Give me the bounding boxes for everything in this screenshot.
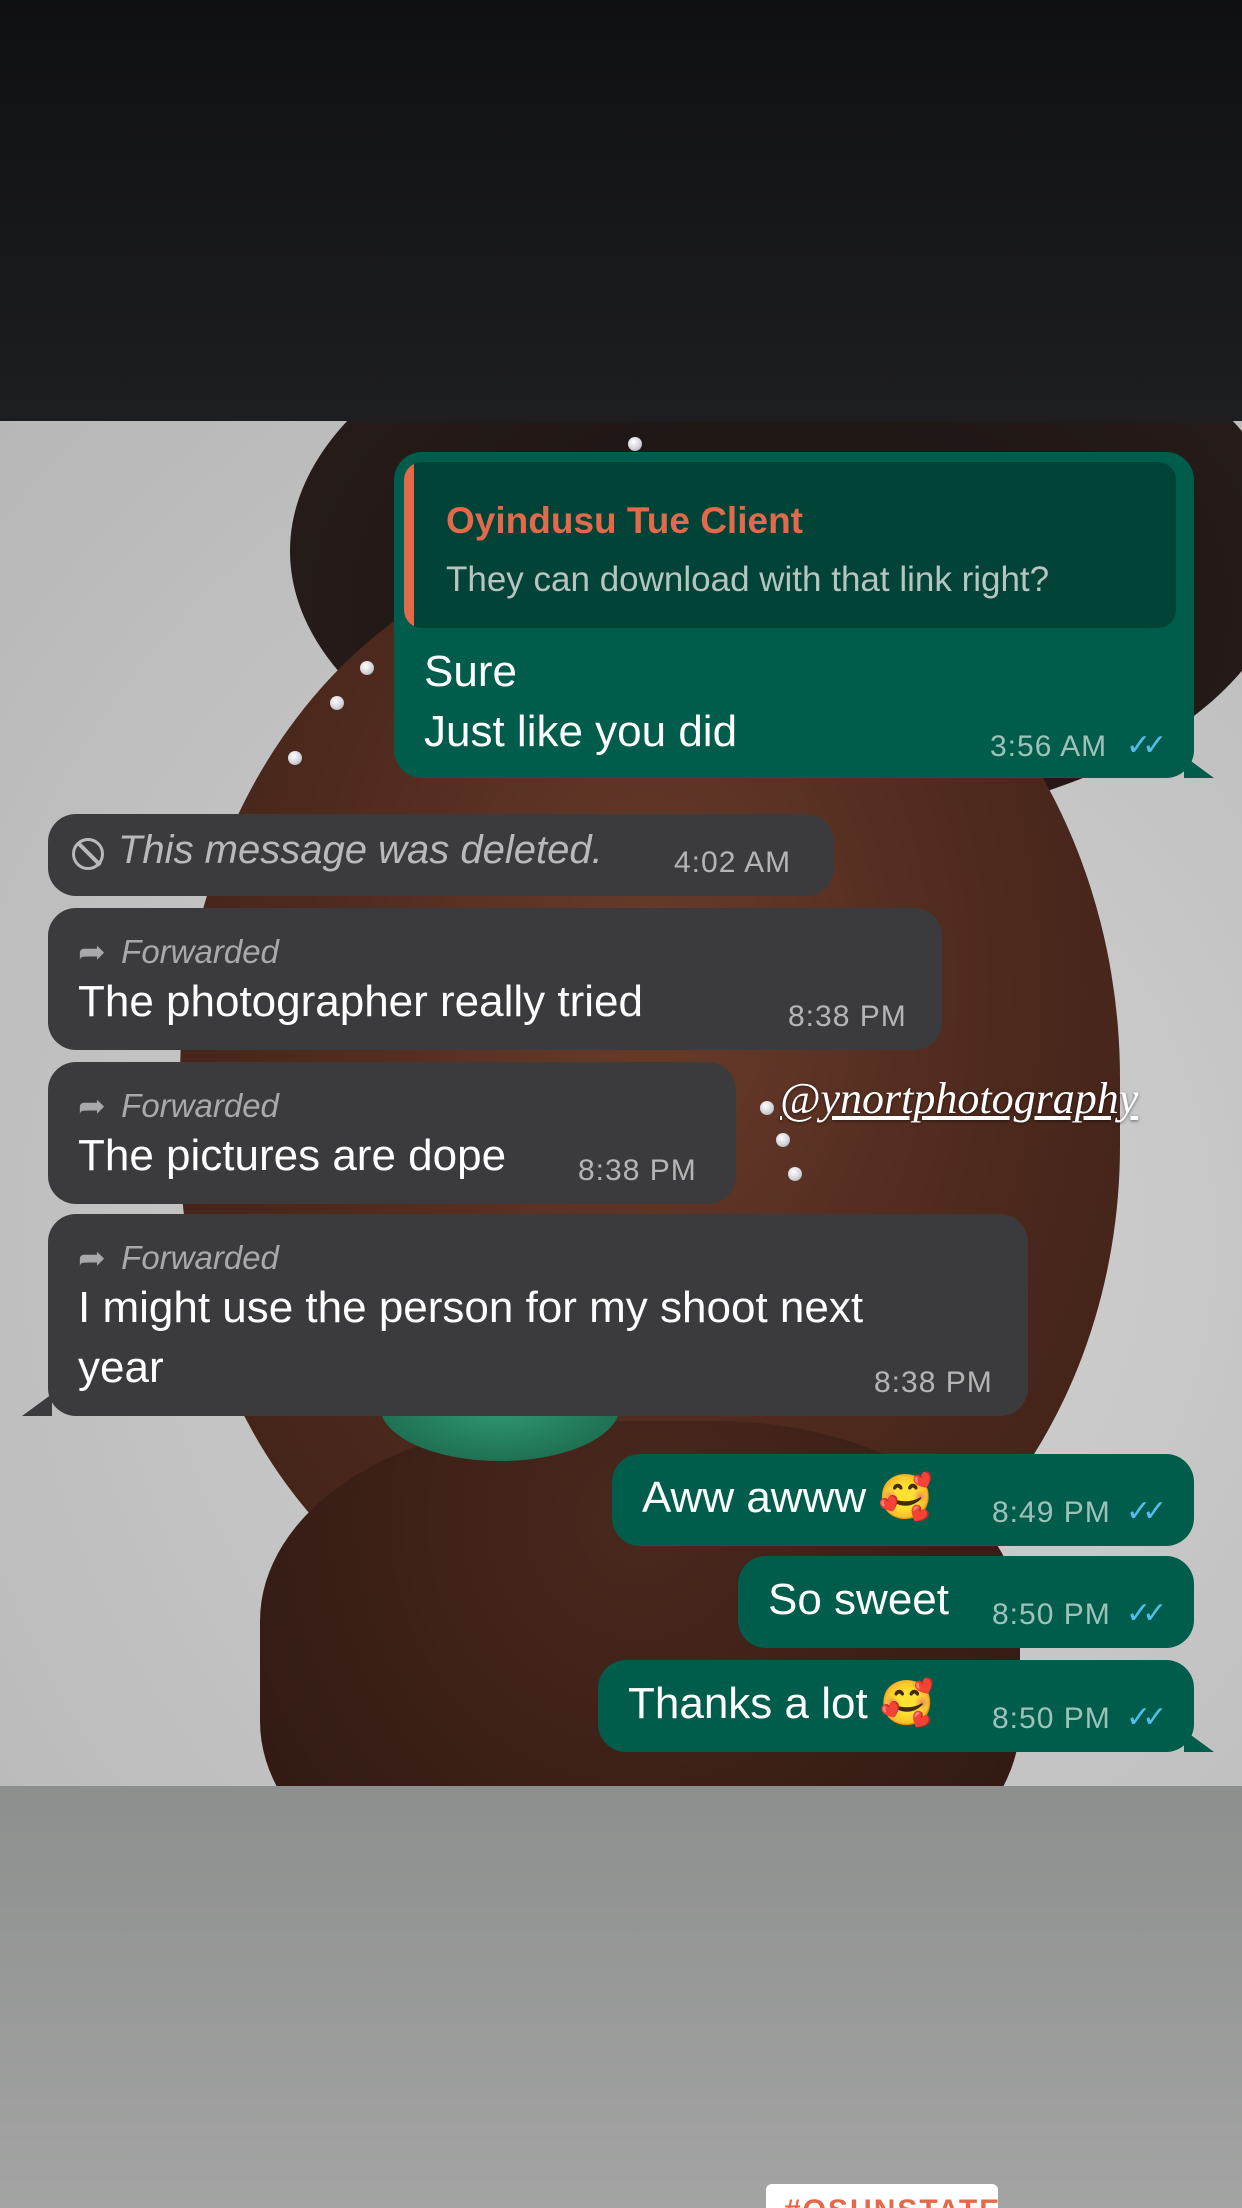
bubble-tail (22, 1394, 52, 1416)
bubble-tail (1184, 756, 1214, 778)
deleted-message-text: This message was deleted. (118, 828, 603, 872)
hashtag-sticker-text: #OSUNSTATE (784, 2194, 998, 2208)
message-timestamp: 4:02 AM (674, 846, 792, 879)
forward-arrow-icon: ➦ (78, 1087, 106, 1124)
message-timestamp: 8:50 PM (992, 1598, 1111, 1631)
message-timestamp: 8:38 PM (578, 1154, 697, 1187)
double-check-icon: ✓✓ (1126, 1597, 1167, 1630)
forwarded-label: ➦ Forwarded (78, 1238, 279, 1277)
message-timestamp: 8:38 PM (874, 1366, 993, 1399)
incoming-message-bubble[interactable]: ➦ Forwarded The photographer really trie… (48, 908, 942, 1050)
photo-jewel (776, 1133, 790, 1147)
message-text-line: Sure (424, 647, 517, 696)
outgoing-message-bubble[interactable]: So sweet 8:50 PM ✓✓ (738, 1556, 1194, 1648)
photo-jewel (330, 696, 344, 710)
message-timestamp: 3:56 AM (990, 730, 1108, 763)
photo-jewel (360, 661, 374, 675)
message-text: Thanks a lot 🥰 (628, 1679, 935, 1728)
message-timestamp: 8:49 PM (992, 1496, 1111, 1529)
forwarded-text: Forwarded (121, 1239, 279, 1276)
bubble-tail (1184, 1730, 1214, 1752)
message-text: The pictures are dope (78, 1131, 507, 1180)
top-dark-band (0, 0, 1242, 421)
bottom-gray-band (0, 1786, 1242, 2208)
message-text: Aww awww 🥰 (642, 1473, 934, 1522)
quoted-sender-name: Oyindusu Tue Client (446, 500, 803, 541)
message-text: The photographer really tried (78, 977, 643, 1026)
quote-accent-bar (404, 462, 414, 628)
photo-jewel (628, 437, 642, 451)
incoming-message-bubble[interactable]: ➦ Forwarded The pictures are dope 8:38 P… (48, 1062, 736, 1204)
hashtag-sticker[interactable]: #OSUNSTATE (766, 2184, 998, 2208)
double-check-icon: ✓✓ (1126, 1495, 1167, 1528)
forwarded-text: Forwarded (121, 933, 279, 970)
watermark-text: @ynortphotography (780, 1074, 1139, 1123)
quoted-message-text: They can download with that link right? (446, 560, 1050, 599)
double-check-icon: ✓✓ (1126, 729, 1167, 762)
quoted-reply[interactable]: Oyindusu Tue Client They can download wi… (404, 462, 1176, 628)
message-text-line: Just like you did (424, 707, 738, 756)
photo-jewel (788, 1167, 802, 1181)
double-check-icon: ✓✓ (1126, 1701, 1167, 1734)
photo-jewel (288, 751, 302, 765)
forwarded-label: ➦ Forwarded (78, 932, 279, 971)
message-text-line: I might use the person for my shoot next (78, 1283, 864, 1332)
outgoing-message-bubble[interactable]: Aww awww 🥰 8:49 PM ✓✓ (612, 1454, 1194, 1546)
message-text-line: year (78, 1343, 164, 1392)
photo-jewel (760, 1101, 774, 1115)
message-timestamp: 8:50 PM (992, 1702, 1111, 1735)
outgoing-message-bubble[interactable]: Thanks a lot 🥰 8:50 PM ✓✓ (598, 1660, 1214, 1752)
message-text: So sweet (768, 1575, 949, 1624)
forwarded-text: Forwarded (121, 1087, 279, 1124)
incoming-message-bubble[interactable]: This message was deleted. 4:02 AM (48, 814, 834, 896)
forward-arrow-icon: ➦ (78, 933, 106, 970)
forwarded-label: ➦ Forwarded (78, 1086, 279, 1125)
block-icon (72, 838, 104, 870)
incoming-message-bubble[interactable]: ➦ Forwarded I might use the person for m… (22, 1214, 1028, 1416)
outgoing-message-bubble[interactable]: Oyindusu Tue Client They can download wi… (394, 452, 1214, 778)
message-timestamp: 8:38 PM (788, 1000, 907, 1033)
forward-arrow-icon: ➦ (78, 1239, 106, 1276)
